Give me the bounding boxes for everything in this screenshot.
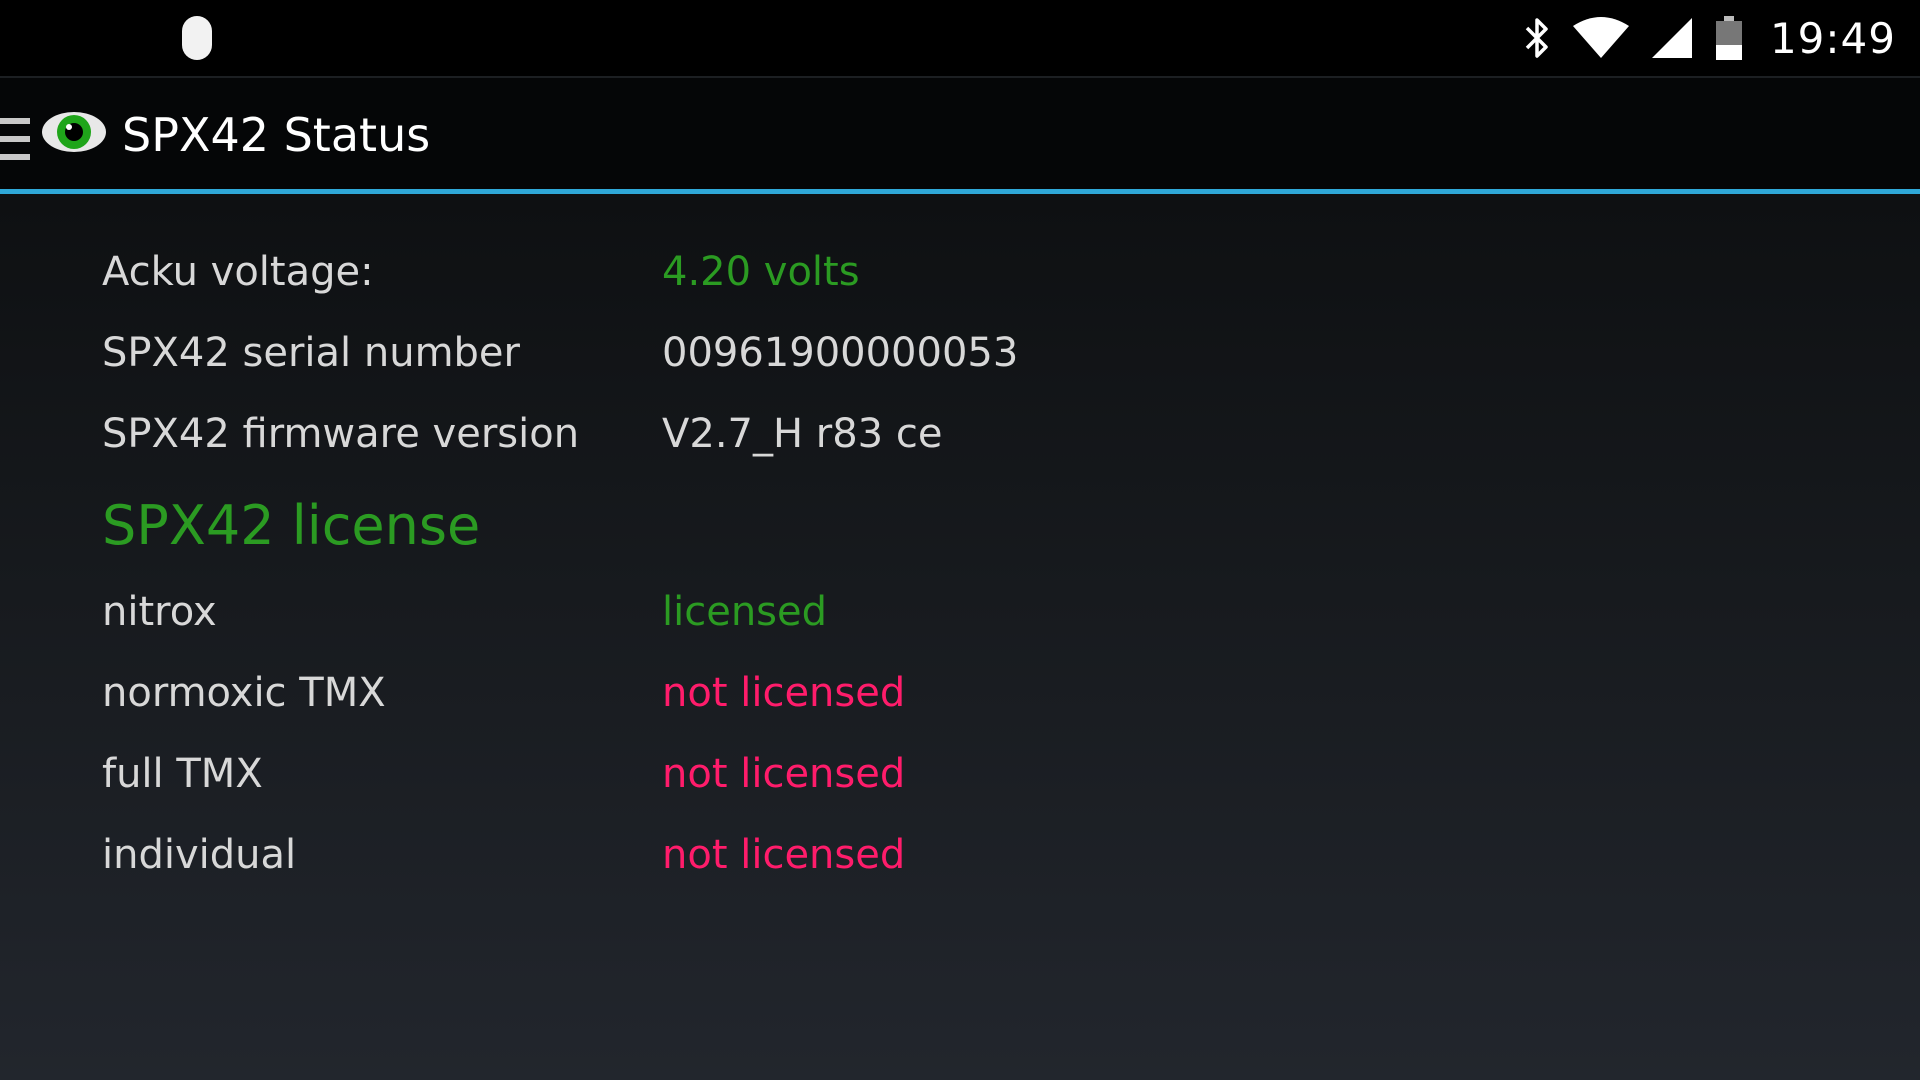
license-status: not licensed [662, 670, 906, 716]
cell-signal-icon [1651, 18, 1692, 58]
license-row-full-tmx: full TMX not licensed [102, 744, 1802, 804]
notification-icon [182, 16, 212, 60]
license-row-individual: individual not licensed [102, 825, 1802, 885]
info-row-firmware: SPX42 firmware version V2.7_H r83 ce [102, 404, 1802, 464]
license-status: not licensed [662, 751, 906, 797]
bluetooth-icon [1525, 18, 1548, 58]
license-status: licensed [662, 589, 828, 635]
eye-icon[interactable] [40, 106, 108, 158]
drawer-menu-icon[interactable] [0, 116, 30, 162]
status-icons: 19:49 [1522, 0, 1896, 76]
license-label: nitrox [102, 589, 217, 635]
info-row-voltage: Acku voltage: 4.20 volts [102, 242, 1802, 302]
voltage-label: Acku voltage: [102, 249, 374, 295]
action-bar: SPX42 Status [0, 76, 1920, 191]
battery-icon [1715, 16, 1742, 60]
firmware-label: SPX42 firmware version [102, 411, 580, 457]
license-label: normoxic TMX [102, 670, 386, 716]
firmware-value: V2.7_H r83 ce [662, 411, 943, 457]
license-section-title: SPX42 license [102, 494, 481, 557]
license-row-nitrox: nitrox licensed [102, 582, 1802, 642]
license-status: not licensed [662, 832, 906, 878]
wifi-icon [1572, 17, 1629, 58]
page-title: SPX42 Status [122, 108, 431, 162]
license-label: full TMX [102, 751, 263, 797]
serial-label: SPX42 serial number [102, 330, 520, 376]
status-bar: 19:49 [0, 0, 1920, 76]
serial-value: 00961900000053 [662, 330, 1019, 376]
info-row-serial: SPX42 serial number 00961900000053 [102, 323, 1802, 383]
voltage-value: 4.20 volts [662, 249, 860, 295]
clock: 19:49 [1769, 13, 1896, 63]
status-content: Acku voltage: 4.20 volts SPX42 serial nu… [0, 194, 1920, 1080]
license-label: individual [102, 832, 297, 878]
screen: 19:49 SPX42 Status Acku voltage: 4.20 vo… [0, 0, 1920, 1080]
license-row-normoxic-tmx: normoxic TMX not licensed [102, 663, 1802, 723]
